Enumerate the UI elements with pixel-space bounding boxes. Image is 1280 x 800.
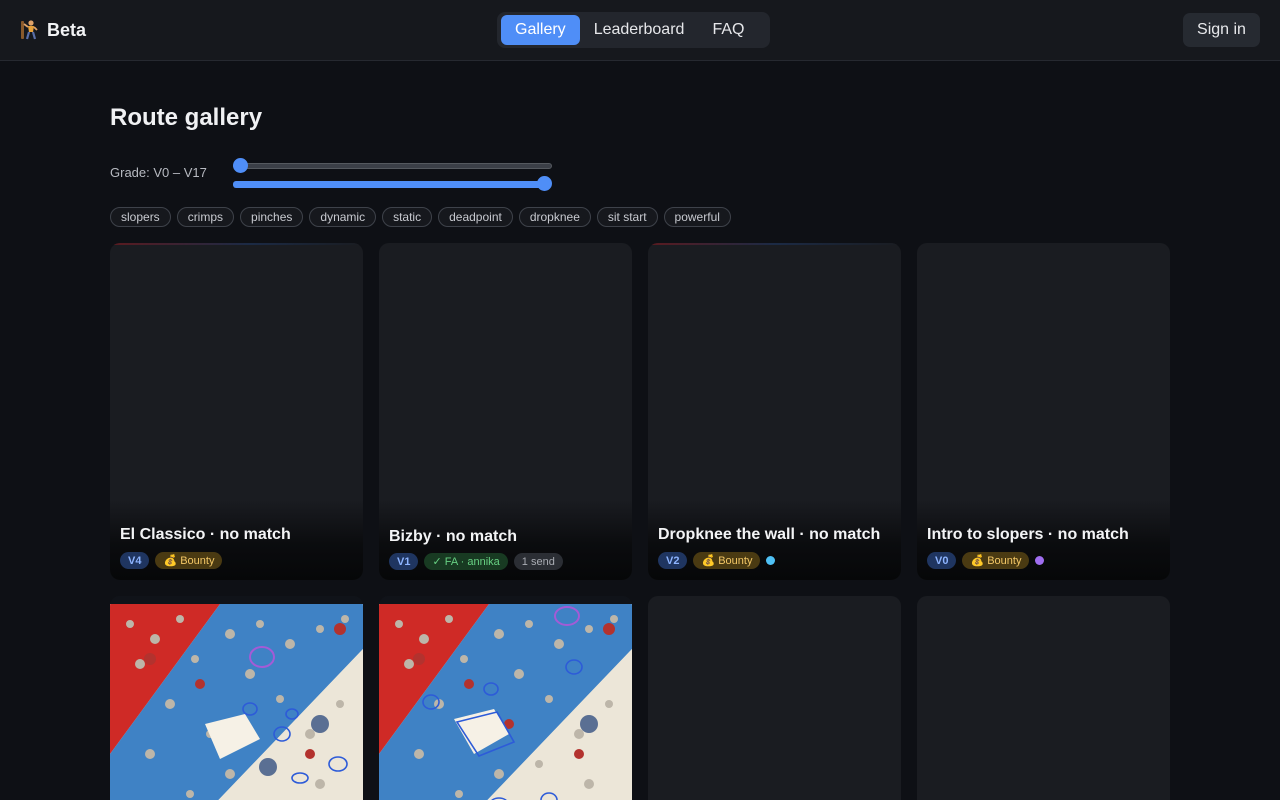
bounty-badge: 💰 Bounty — [155, 552, 223, 569]
grade-range-label: Grade: V0 – V17 — [110, 165, 207, 180]
wall-top-edge — [110, 596, 363, 604]
route-badges: V1 ✓ FA · annika 1 send — [389, 553, 563, 570]
main-nav: Gallery Leaderboard FAQ — [497, 12, 770, 48]
tag-static[interactable]: static — [382, 207, 433, 227]
route-card[interactable] — [110, 596, 363, 800]
route-title: El Classico · no match — [120, 526, 291, 543]
grade-max-thumb[interactable] — [537, 176, 552, 191]
route-title: Intro to slopers · no match — [927, 526, 1129, 543]
tag-powerful[interactable]: powerful — [663, 207, 731, 227]
tag-filter-list: slopers crimps pinches dynamic static de… — [110, 207, 731, 227]
tag-crimps[interactable]: crimps — [176, 207, 235, 227]
route-card[interactable]: Bizby · no match V1 ✓ FA · annika 1 send — [379, 243, 632, 580]
route-title: Dropknee the wall · no match — [658, 526, 881, 543]
grade-min-thumb[interactable] — [233, 158, 248, 173]
grade-badge: V1 — [389, 553, 419, 570]
route-photo — [110, 604, 363, 800]
tag-slopers[interactable]: slopers — [110, 207, 171, 227]
grade-badge: V0 — [927, 552, 957, 569]
hold-color-dot — [766, 556, 776, 565]
grade-min-slider[interactable] — [233, 158, 552, 173]
route-photo — [379, 604, 632, 800]
slider-track — [233, 163, 552, 169]
page-title: Route gallery — [110, 104, 263, 131]
route-card[interactable]: Dropknee the wall · no match V2 💰 Bounty — [648, 243, 901, 580]
route-badges: V0 💰 Bounty — [927, 552, 1045, 569]
route-card[interactable]: El Classico · no match V4 💰 Bounty — [110, 243, 363, 580]
climber-icon — [21, 20, 38, 40]
hold-color-dot — [1035, 556, 1045, 565]
tag-pinches[interactable]: pinches — [240, 207, 304, 227]
route-title: Bizby · no match — [389, 528, 518, 545]
first-ascent-badge: ✓ FA · annika — [424, 553, 508, 570]
wall-top-edge — [379, 596, 632, 604]
grade-badge: V4 — [120, 552, 150, 569]
route-badges: V2 💰 Bounty — [658, 552, 776, 569]
route-badges: V4 💰 Bounty — [120, 552, 223, 569]
route-card[interactable] — [648, 596, 901, 800]
tag-dynamic[interactable]: dynamic — [309, 207, 377, 227]
brand[interactable]: Beta — [19, 18, 86, 42]
bounty-badge: 💰 Bounty — [693, 552, 761, 569]
card-thumb-edge — [648, 243, 901, 245]
slider-fill — [233, 181, 545, 188]
top-bar: Beta Gallery Leaderboard FAQ Sign in — [0, 0, 1280, 61]
sign-in-button[interactable]: Sign in — [1183, 13, 1260, 47]
tag-sit-start[interactable]: sit start — [596, 207, 658, 227]
tab-gallery[interactable]: Gallery — [501, 15, 580, 45]
bounty-badge: 💰 Bounty — [962, 552, 1030, 569]
tag-dropknee[interactable]: dropknee — [518, 207, 591, 227]
grade-max-slider[interactable] — [233, 176, 552, 191]
send-count-badge: 1 send — [513, 553, 563, 570]
card-thumb-edge — [110, 243, 363, 245]
route-card[interactable]: Intro to slopers · no match V0 💰 Bounty — [917, 243, 1170, 580]
app-name: Beta — [47, 19, 87, 40]
route-card[interactable] — [917, 596, 1170, 800]
grade-badge: V2 — [658, 552, 688, 569]
route-card[interactable] — [379, 596, 632, 800]
tag-deadpoint[interactable]: deadpoint — [438, 207, 513, 227]
tab-faq[interactable]: FAQ — [698, 15, 758, 45]
tab-leaderboard[interactable]: Leaderboard — [580, 15, 699, 45]
